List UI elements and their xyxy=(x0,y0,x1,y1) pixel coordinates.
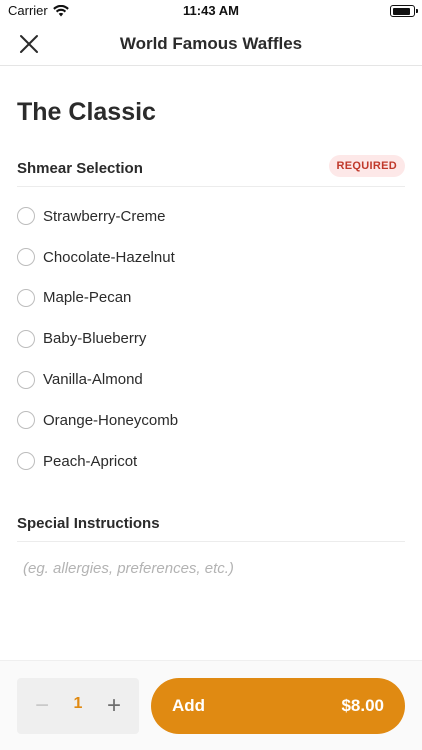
shmear-option[interactable]: Vanilla-Almond xyxy=(17,359,405,400)
battery-icon xyxy=(390,5,418,17)
shmear-option[interactable]: Orange-Honeycomb xyxy=(17,400,405,441)
radio-button[interactable] xyxy=(17,329,35,348)
option-label: Orange-Honeycomb xyxy=(43,411,179,429)
status-time: 11:43 AM xyxy=(183,3,239,18)
quantity-stepper: − 1 + xyxy=(17,678,139,734)
shmear-option[interactable]: Chocolate-Hazelnut xyxy=(17,237,405,278)
shmear-option[interactable]: Baby-Blueberry xyxy=(17,318,405,359)
radio-button[interactable] xyxy=(17,207,35,226)
option-label: Chocolate-Hazelnut xyxy=(43,248,175,266)
special-instructions-input[interactable] xyxy=(17,550,405,586)
option-label: Baby-Blueberry xyxy=(43,330,147,348)
shmear-section-header: Shmear Selection REQUIRED xyxy=(17,153,405,187)
shmear-options: Strawberry-Creme Chocolate-Hazelnut Mapl… xyxy=(17,196,405,482)
plus-icon[interactable]: + xyxy=(103,691,125,721)
add-button-label: Add xyxy=(172,696,206,715)
item-title: The Classic xyxy=(17,98,156,126)
shmear-option[interactable]: Peach-Apricot xyxy=(17,441,405,482)
nav-bar: World Famous Waffles xyxy=(0,22,422,66)
radio-button[interactable] xyxy=(17,452,35,471)
option-label: Vanilla-Almond xyxy=(43,371,143,389)
add-to-cart-button[interactable]: Add $8.00 xyxy=(151,678,405,734)
shmear-option[interactable]: Strawberry-Creme xyxy=(17,196,405,237)
option-label: Peach-Apricot xyxy=(43,452,138,470)
instructions-section-header: Special Instructions xyxy=(17,508,405,542)
radio-button[interactable] xyxy=(17,411,35,430)
add-button-price: $8.00 xyxy=(341,696,384,715)
option-label: Maple-Pecan xyxy=(43,289,132,307)
shmear-option[interactable]: Maple-Pecan xyxy=(17,278,405,319)
radio-button[interactable] xyxy=(17,370,35,389)
status-bar: Carrier 11:43 AM xyxy=(0,0,422,22)
radio-button[interactable] xyxy=(17,288,35,307)
battery-level xyxy=(392,7,411,15)
radio-button[interactable] xyxy=(17,248,35,267)
bottom-bar: − 1 + Add $8.00 xyxy=(0,660,422,750)
shmear-section-title: Shmear Selection xyxy=(17,160,143,177)
option-label: Strawberry-Creme xyxy=(43,207,166,225)
nav-title: World Famous Waffles xyxy=(119,34,303,53)
required-badge: REQUIRED xyxy=(328,155,405,177)
instructions-section-title: Special Instructions xyxy=(17,515,160,532)
